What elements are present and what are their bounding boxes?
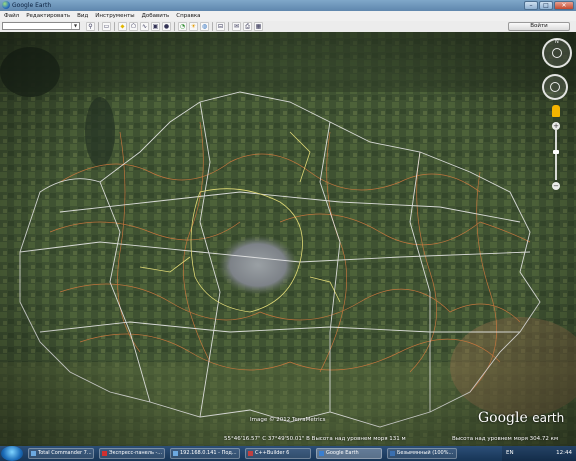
placemark-icon[interactable]: ⬥	[118, 22, 127, 31]
taskbar-item-google-earth[interactable]: Google Earth	[316, 448, 382, 459]
toolbar-separator	[212, 22, 213, 31]
zoom-track[interactable]	[555, 130, 557, 180]
eye-altitude: Высота над уровнем моря 304.72 км	[452, 436, 559, 442]
taskbar-item-remote[interactable]: 192.168.0.141 - Под...	[170, 448, 240, 459]
zoom-thumb[interactable]	[553, 150, 559, 154]
language-indicator[interactable]: EN	[506, 450, 514, 456]
maps-icon[interactable]: ▦	[254, 22, 263, 31]
toolbar-separator	[228, 22, 229, 31]
polygon-icon[interactable]: ⬠	[129, 22, 138, 31]
tour-icon[interactable]: ●	[162, 22, 171, 31]
satellite-map	[0, 32, 576, 446]
close-button[interactable]: ✕	[554, 1, 574, 10]
menu-help[interactable]: Справка	[172, 13, 203, 19]
zoom-slider[interactable]: + −	[552, 120, 560, 190]
windows-taskbar: Total Commander 7... Экспресс-панель -..…	[0, 446, 576, 461]
move-joystick-icon[interactable]	[550, 82, 560, 92]
menu-edit[interactable]: Редактировать	[22, 13, 73, 19]
print-icon[interactable]: ⎙	[243, 22, 252, 31]
look-joystick-icon[interactable]	[552, 48, 562, 58]
clock[interactable]: 12:44	[556, 450, 572, 456]
toolbar-separator	[114, 22, 115, 31]
status-bar: Image © 2012 TerraMetrics 55°46'16.57" С…	[0, 417, 576, 445]
map-viewport[interactable]	[0, 32, 576, 446]
toolbar-separator	[98, 22, 99, 31]
menu-file[interactable]: Файл	[0, 13, 22, 19]
google-earth-logo: Google earth	[478, 410, 565, 426]
sign-in-button[interactable]: Войти	[508, 22, 570, 31]
sun-icon[interactable]: ☀	[189, 22, 198, 31]
history-icon[interactable]: ◔	[178, 22, 187, 31]
imagery-copyright: Image © 2012 TerraMetrics	[250, 417, 326, 423]
system-tray: EN 12:44	[502, 446, 576, 461]
start-button[interactable]	[1, 446, 23, 461]
window-title: Google Earth	[12, 2, 52, 9]
taskbar-item-cppbuilder[interactable]: C++Builder 6	[245, 448, 311, 459]
north-indicator-icon: N	[555, 39, 559, 45]
menu-view[interactable]: Вид	[73, 13, 91, 19]
menu-tools[interactable]: Инструменты	[91, 13, 137, 19]
pointer-coordinates: 55°46'16.57" С 37°49'50.01" В Высота над…	[224, 436, 406, 442]
search-icon[interactable]: ⚲	[86, 22, 95, 31]
menu-add[interactable]: Добавить	[138, 13, 173, 19]
title-bar: Google Earth – □ ✕	[0, 0, 576, 11]
maximize-button[interactable]: □	[539, 1, 553, 10]
minimize-button[interactable]: –	[524, 1, 538, 10]
street-view-pegman-icon[interactable]	[552, 105, 560, 117]
search-dropdown-icon[interactable]: ▼	[71, 23, 79, 29]
look-around-control[interactable]: N	[542, 38, 572, 68]
taskbar-item-total-commander[interactable]: Total Commander 7...	[28, 448, 94, 459]
google-earth-app-icon	[2, 1, 10, 9]
move-control[interactable]	[542, 74, 568, 100]
search-input[interactable]: ▼	[2, 22, 80, 30]
path-icon[interactable]: ∿	[140, 22, 149, 31]
taskbar-item-untitled[interactable]: Безымянный (100%...	[387, 448, 457, 459]
planet-icon[interactable]: ◍	[200, 22, 209, 31]
overlay-icon[interactable]: ▣	[151, 22, 160, 31]
sidebar-toggle-icon[interactable]: ▭	[102, 22, 111, 31]
zoom-in-icon[interactable]: +	[552, 122, 560, 130]
taskbar-item-express-panel[interactable]: Экспресс-панель -...	[99, 448, 165, 459]
email-icon[interactable]: ✉	[232, 22, 241, 31]
zoom-out-icon[interactable]: −	[552, 182, 560, 190]
toolbar-separator	[174, 22, 175, 31]
ruler-icon[interactable]: ⊟	[216, 22, 225, 31]
